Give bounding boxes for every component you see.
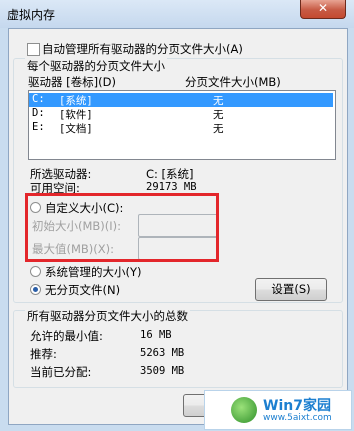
no-paging-radio[interactable] [30, 284, 41, 295]
recommended-value: 5263 MB [140, 347, 185, 359]
recommended-label: 推荐: [30, 347, 57, 361]
drive-letter: C: [32, 93, 45, 105]
free-space-value: 29173 MB [146, 181, 197, 193]
drive-size: 无 [213, 123, 224, 135]
drive-letter: E: [32, 121, 45, 133]
watermark-url: www.5aixt.com [263, 413, 332, 423]
set-button[interactable]: 设置(S) [255, 278, 327, 301]
house-logo-icon [231, 397, 257, 423]
size-column-header: 分页文件大小(MB) [185, 75, 281, 89]
drive-label: [系统] [59, 95, 93, 107]
drives-group-legend: 每个驱动器的分页文件大小 [25, 58, 167, 74]
watermark-title: Win7家园 [263, 398, 331, 414]
auto-manage-checkbox[interactable] [27, 43, 40, 56]
drive-row-e[interactable]: E: [文档] 无 [29, 121, 333, 135]
drive-list[interactable]: C: [系统] 无 D: [软件] 无 E: [文档] 无 [28, 90, 336, 160]
drive-label: [文档] [59, 123, 93, 135]
title-bar: 虚拟内存 ✕ [0, 0, 354, 28]
current-allocated-label: 当前已分配: [30, 365, 92, 379]
watermark: Win7家园 www.5aixt.com [204, 390, 352, 430]
totals-group-legend: 所有驱动器分页文件大小的总数 [25, 308, 190, 324]
drive-row-d[interactable]: D: [软件] 无 [29, 107, 333, 121]
drive-row-c[interactable]: C: [系统] 无 [29, 93, 333, 107]
selected-drive-value: C: [系统] [146, 167, 194, 181]
drive-letter: D: [32, 107, 45, 119]
close-button[interactable]: ✕ [300, 0, 346, 19]
close-icon: ✕ [317, 1, 329, 15]
drive-column-header: 驱动器 [卷标](D) [28, 75, 116, 89]
system-managed-radio[interactable] [30, 266, 41, 277]
drive-size: 无 [213, 95, 224, 107]
min-allowed-value: 16 MB [140, 329, 172, 341]
drive-size: 无 [213, 109, 224, 121]
drive-label: [软件] [59, 109, 93, 121]
min-allowed-label: 允许的最小值: [30, 329, 103, 343]
no-paging-label[interactable]: 无分页文件(N) [45, 282, 120, 298]
auto-manage-label[interactable]: 自动管理所有驱动器的分页文件大小(A) [42, 41, 243, 57]
current-allocated-value: 3509 MB [140, 365, 185, 377]
window-title: 虚拟内存 [7, 8, 56, 22]
annotation-highlight-box [25, 193, 219, 262]
system-managed-label[interactable]: 系统管理的大小(Y) [45, 264, 142, 280]
